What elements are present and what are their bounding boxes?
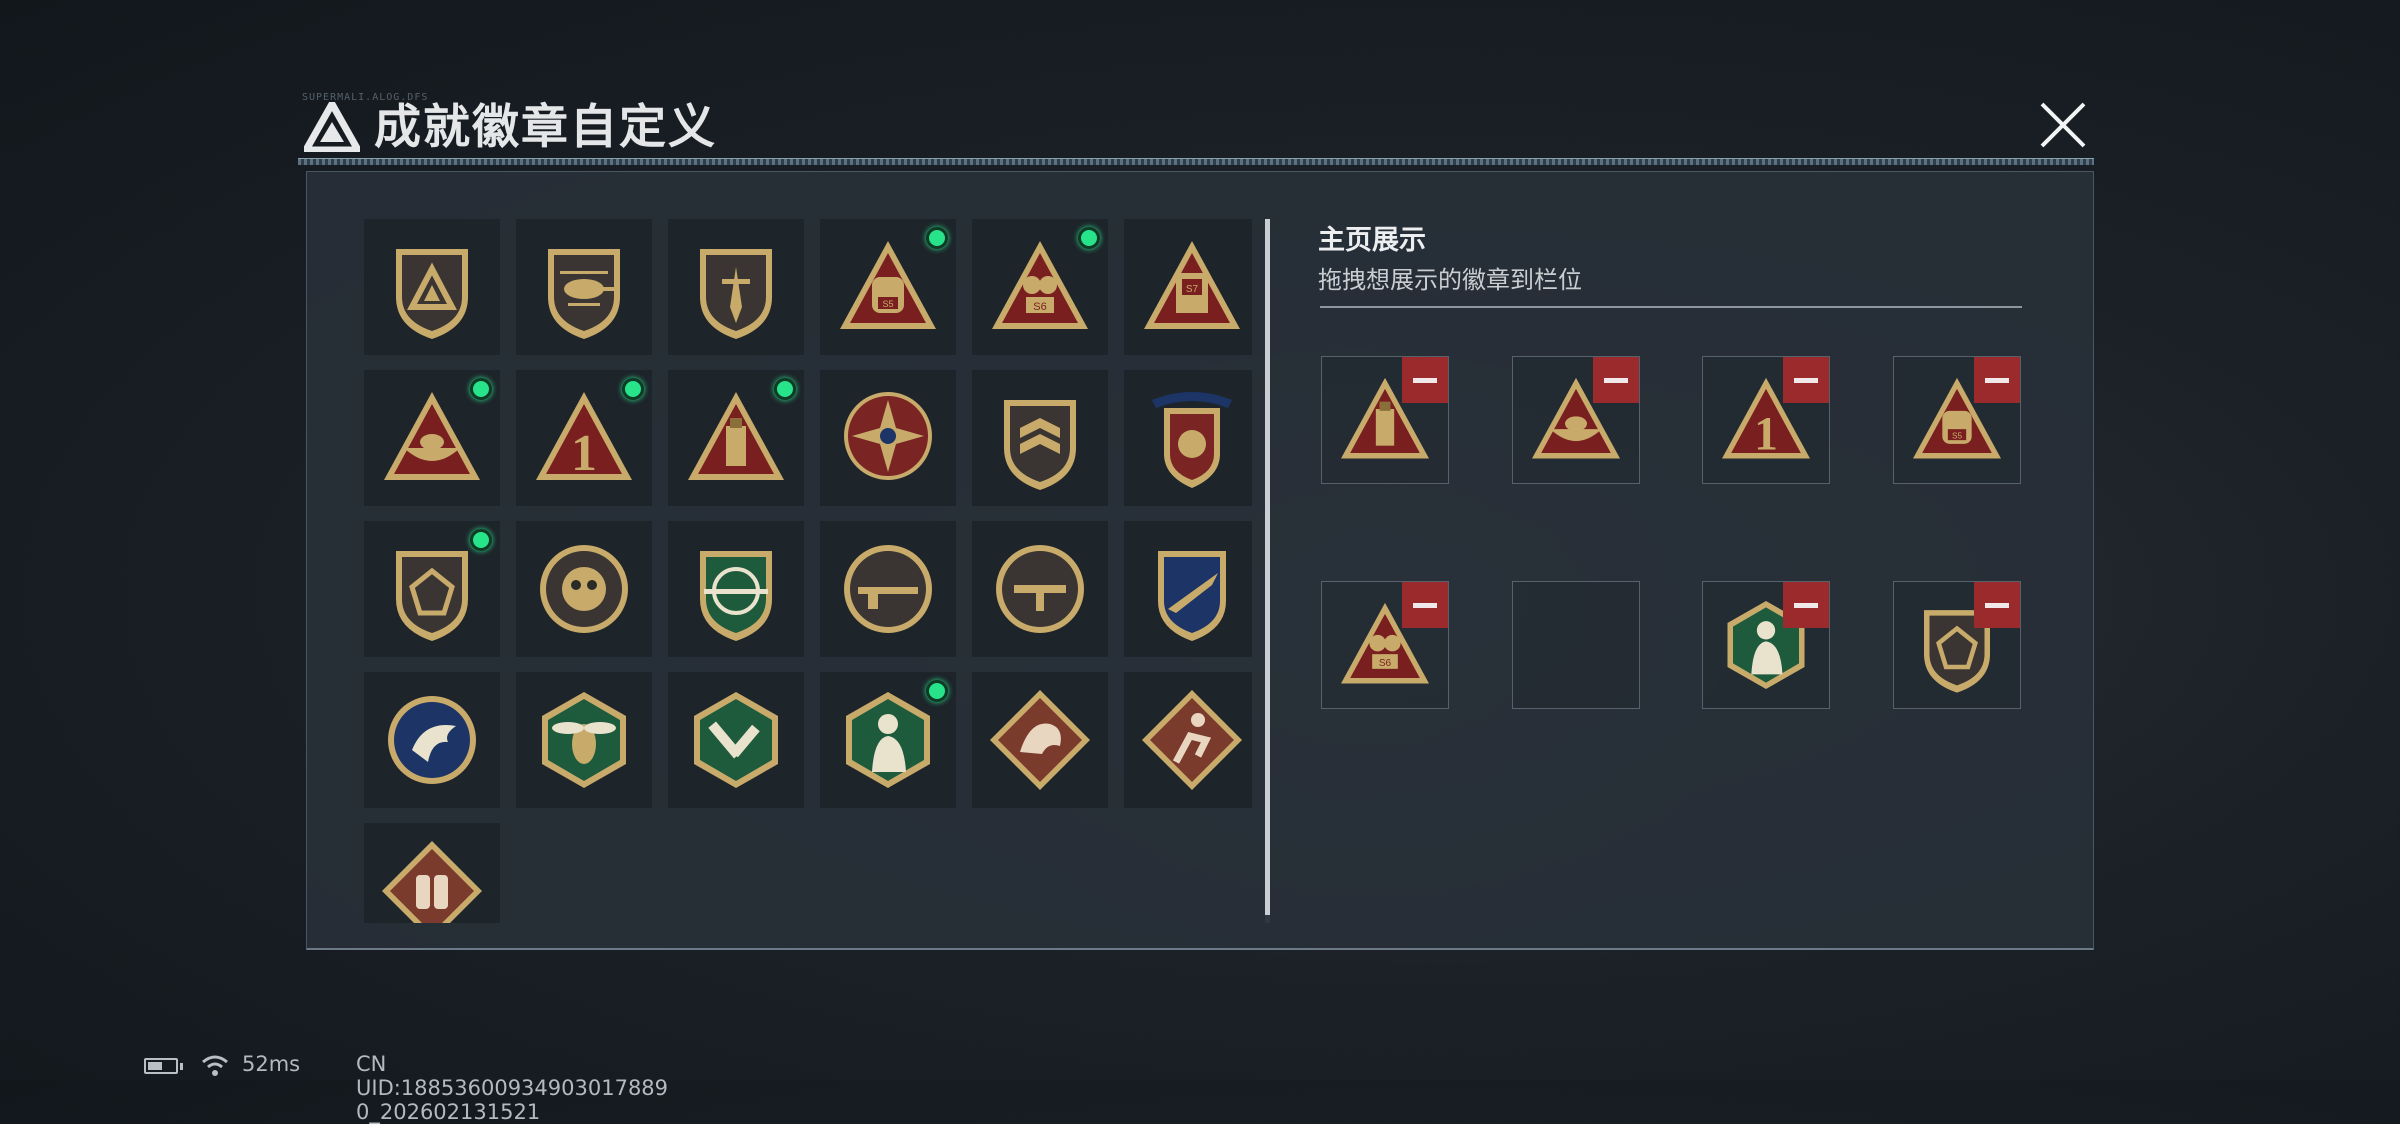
svg-text:S7: S7 — [1186, 284, 1199, 295]
badge-cell[interactable] — [516, 672, 652, 808]
laurel-winged-badge-icon — [1152, 392, 1232, 488]
badge-cell[interactable]: 1 — [516, 370, 652, 506]
badge-cell[interactable] — [668, 219, 804, 355]
rifle-circle-badge-icon — [844, 545, 932, 633]
equipped-indicator-icon — [470, 529, 492, 551]
title-divider — [298, 158, 2094, 165]
badge-cell[interactable] — [820, 521, 956, 657]
showcase-slot-empty[interactable] — [1512, 581, 1640, 709]
badge-collection-grid[interactable]: S5 S6 S7 1 — [364, 219, 1252, 923]
showcase-slot[interactable] — [1893, 581, 2021, 709]
showcase-slot[interactable] — [1512, 356, 1640, 484]
remove-badge-button[interactable] — [1402, 357, 1448, 403]
helicopter-shield-badge-icon — [548, 249, 620, 339]
badge-cell[interactable] — [820, 672, 956, 808]
showcase-hint: 拖拽想展示的徽章到栏位 — [1318, 266, 1582, 294]
remove-badge-button[interactable] — [1593, 357, 1639, 403]
dagger-shield-badge-icon — [700, 249, 772, 339]
smg-circle-badge-icon — [996, 545, 1084, 633]
badge-cell[interactable]: S5 — [820, 219, 956, 355]
showcase-slot[interactable]: S6 — [1321, 581, 1449, 709]
skull-gear-badge-icon — [540, 545, 628, 633]
equipped-indicator-icon — [622, 378, 644, 400]
svg-text:S6: S6 — [1033, 301, 1046, 313]
badge-cell[interactable] — [364, 823, 500, 923]
remove-badge-button[interactable] — [1783, 582, 1829, 628]
badge-cell[interactable] — [1124, 672, 1252, 808]
uid-text: CN UID:18853600934903017889​0_2026021315… — [356, 1052, 669, 1124]
showcase-divider — [1320, 306, 2022, 308]
badge-cell[interactable] — [516, 521, 652, 657]
badge-cell[interactable]: S6 — [972, 219, 1108, 355]
badge-cell[interactable] — [668, 521, 804, 657]
badge-cell[interactable]: S7 — [1124, 219, 1252, 355]
badge-cell[interactable] — [364, 219, 500, 355]
equipped-indicator-icon — [926, 680, 948, 702]
badge-cell[interactable] — [364, 370, 500, 506]
jet-laurel-badge-icon — [1158, 551, 1226, 641]
supply-diamond-badge-icon — [382, 841, 482, 923]
svg-text:1: 1 — [571, 425, 597, 482]
badge-cell[interactable] — [668, 370, 804, 506]
badge-cell[interactable] — [364, 672, 500, 808]
showcase-slot[interactable] — [1702, 581, 1830, 709]
window-title-bar: SUPERMALI.ALOG.DFS 成就徽章自定义 — [298, 92, 2094, 165]
chevron-shield-badge-icon — [1004, 400, 1076, 490]
equipped-indicator-icon — [774, 378, 796, 400]
equipped-indicator-icon — [470, 378, 492, 400]
badge-cell[interactable] — [820, 370, 956, 506]
svg-text:1: 1 — [1754, 408, 1778, 460]
tool-hexagon-badge-icon — [694, 692, 778, 788]
remove-badge-button[interactable] — [1402, 582, 1448, 628]
svg-text:S5: S5 — [882, 299, 893, 309]
dragon-diamond-badge-icon — [990, 690, 1090, 790]
wasp-hexagon-badge-icon — [542, 692, 626, 788]
close-icon — [2040, 102, 2086, 148]
triangle-logo-shield-badge-icon — [396, 249, 468, 339]
remove-badge-button[interactable] — [1974, 582, 2020, 628]
page-title: 成就徽章自定义 — [374, 100, 717, 155]
badge-cell[interactable] — [364, 521, 500, 657]
game-logo-icon — [304, 102, 360, 152]
equipped-indicator-icon — [1078, 227, 1100, 249]
badge-cell[interactable] — [1124, 521, 1252, 657]
showcase-slot[interactable]: 1 — [1702, 356, 1830, 484]
battery-icon — [144, 1058, 178, 1074]
showcase-slot[interactable]: S5 — [1893, 356, 2021, 484]
badge-cell[interactable] — [972, 370, 1108, 506]
close-button[interactable] — [2034, 96, 2092, 154]
svg-text:S5: S5 — [1952, 431, 1963, 440]
eagle-circle-badge-icon — [388, 696, 476, 784]
scrollbar-thumb[interactable] — [1265, 219, 1270, 915]
badge-cell[interactable] — [972, 521, 1108, 657]
remove-badge-button[interactable] — [1974, 357, 2020, 403]
badge-cell[interactable] — [668, 672, 804, 808]
badge-cell[interactable] — [972, 672, 1108, 808]
showcase-title: 主页展示 — [1318, 225, 1426, 256]
sniper-green-shield-badge-icon — [700, 551, 772, 641]
remove-badge-button[interactable] — [1783, 357, 1829, 403]
badge-cell[interactable] — [1124, 370, 1252, 506]
ping-text: 52ms — [242, 1052, 301, 1076]
wifi-icon — [202, 1055, 228, 1076]
showcase-slot[interactable] — [1321, 356, 1449, 484]
runner-diamond-badge-icon — [1142, 690, 1242, 790]
badge-cell[interactable] — [516, 219, 652, 355]
battery-tip — [180, 1063, 183, 1070]
svg-text:S6: S6 — [1379, 658, 1392, 669]
equipped-indicator-icon — [926, 227, 948, 249]
star-compass-badge-icon — [844, 392, 932, 480]
s7-triangle-badge-icon: S7 — [1144, 241, 1240, 329]
